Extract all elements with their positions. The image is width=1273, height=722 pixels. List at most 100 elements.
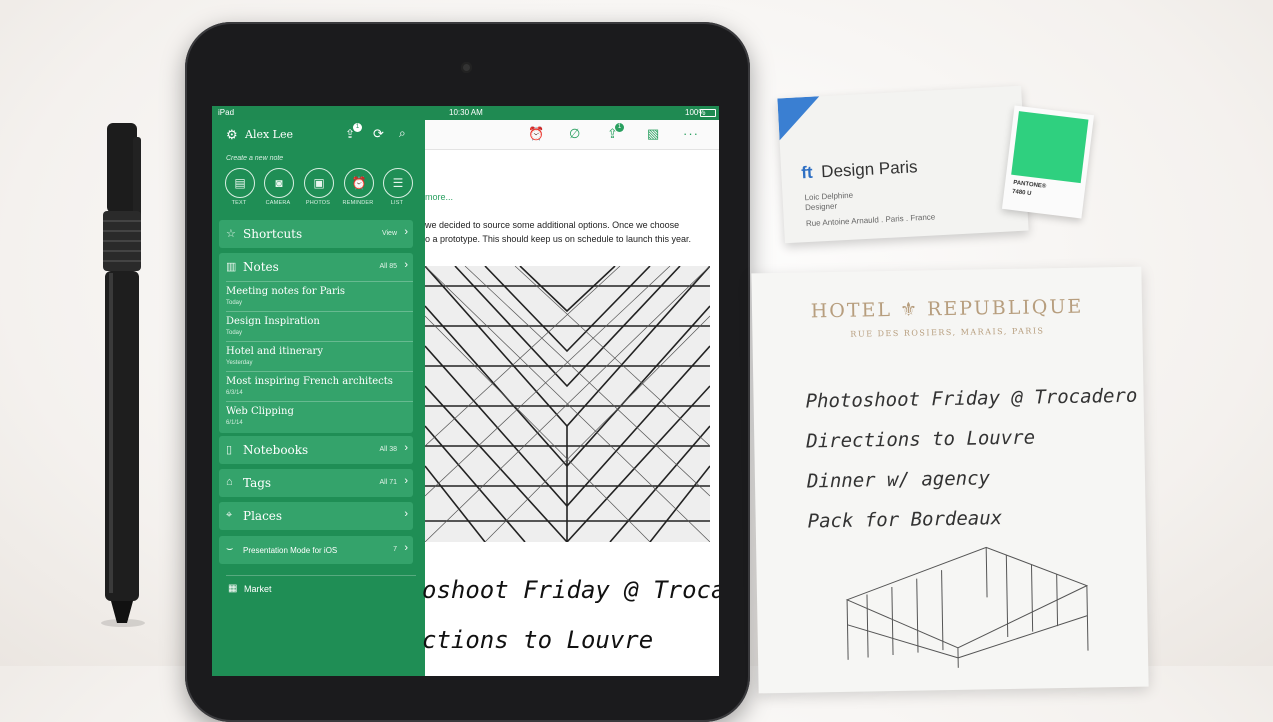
tags-card[interactable]: ⌂ Tags All 71 › <box>219 469 413 497</box>
note-date: 6/1/14 <box>226 420 243 426</box>
user-name[interactable]: Alex Lee <box>245 128 293 141</box>
chevron-right-icon: › <box>404 259 408 271</box>
alarm-icon[interactable]: ⏰ <box>528 126 544 142</box>
note-title: Hotel and itinerary <box>226 346 323 357</box>
toolbar-badge: 1 <box>615 123 624 132</box>
note-body-line: o a prototype. This should keep us on sc… <box>425 232 715 246</box>
market-icon: ▦ <box>228 583 237 594</box>
handwritten-line: Directions to Louvre <box>806 427 1035 453</box>
handwritten-line: Pack for Bordeaux <box>808 507 1003 532</box>
card-company: Design Paris <box>821 157 918 182</box>
shortcuts-view[interactable]: View <box>382 230 397 237</box>
battery-icon <box>700 109 716 117</box>
list-item[interactable]: Meeting notes for Paris Today <box>226 281 413 312</box>
photos-button[interactable]: ▣ <box>304 168 334 198</box>
clock: 10:30 AM <box>449 108 483 117</box>
star-icon: ☆ <box>226 227 236 240</box>
text-note-button[interactable]: ▤ <box>225 168 255 198</box>
location-pin-icon: ⌖ <box>226 509 232 522</box>
note-photo[interactable] <box>425 266 710 542</box>
note-icon: ▥ <box>226 260 236 273</box>
camera-button[interactable]: ◙ <box>264 168 294 198</box>
text-note-label: TEXT <box>219 200 259 206</box>
business-card: ft Design Paris Loic Delphine Designer R… <box>777 86 1028 244</box>
note-date: Today <box>226 330 242 336</box>
carrier-label: iPad <box>218 108 234 117</box>
more-link[interactable]: more... <box>425 192 453 202</box>
chevron-right-icon: › <box>404 442 408 454</box>
note-date: 6/3/14 <box>226 390 243 396</box>
photos-label: PHOTOS <box>298 200 338 206</box>
sync-icon[interactable]: ⟳ <box>373 126 384 142</box>
notes-count: All 85 <box>379 263 397 270</box>
tag-icon: ⌂ <box>226 476 233 488</box>
create-note-label: Create a new note <box>226 155 283 162</box>
presentation-title: Presentation Mode for iOS <box>243 546 337 555</box>
notes-card[interactable]: ▥ Notes All 85 › Meeting notes for Paris… <box>219 253 413 433</box>
swatch-brand: PANTONE® <box>1013 180 1047 190</box>
list-item[interactable]: Web Clipping 6/1/14 <box>226 401 413 432</box>
note-body[interactable]: we decided to source some additional opt… <box>425 218 715 246</box>
chevron-right-icon: › <box>404 475 408 487</box>
house-sketch <box>836 535 1098 670</box>
notebooks-count: All 38 <box>379 446 397 453</box>
chevron-right-icon: › <box>404 542 408 554</box>
card-address: Rue Antoine Arnauld . Paris . France <box>806 212 936 228</box>
hotel-name: HOTEL ⚜ REPUBLIQUE <box>752 295 1142 324</box>
tags-count: All 71 <box>379 479 397 486</box>
list-item[interactable]: Hotel and itinerary Yesterday <box>226 341 413 372</box>
card-role: Designer <box>805 202 837 213</box>
text-note-icon: ▤ <box>234 176 245 190</box>
list-label: LIST <box>377 200 417 206</box>
presentation-card[interactable]: ⌣ Presentation Mode for iOS 7 › <box>219 536 413 564</box>
reminder-icon: ⏰ <box>352 176 367 190</box>
reminder-label: REMINDER <box>338 200 378 206</box>
card-corner-logo <box>777 96 821 140</box>
handwritten-line: Dinner w/ agency <box>807 467 990 492</box>
pen <box>93 123 151 628</box>
notes-title: Notes <box>243 260 279 274</box>
list-item[interactable]: Design Inspiration Today <box>226 311 413 342</box>
gear-icon[interactable]: ⚙ <box>226 127 238 143</box>
notebook-icon: ▯ <box>226 443 232 456</box>
card-person: Loic Delphine <box>804 191 853 203</box>
places-card[interactable]: ⌖ Places › <box>219 502 413 530</box>
photos-icon: ▣ <box>313 176 324 190</box>
reminder-button[interactable]: ⏰ <box>344 168 374 198</box>
ipad-screen: iPad 10:30 AM 100% ⚙ Alex Lee ⇪ 1 ⟳ ⌕ Cr… <box>212 106 719 676</box>
note-toolbar: ⏰ ∅ ⇪ 1 ▧ ··· <box>425 120 719 150</box>
shortcuts-title: Shortcuts <box>243 227 302 241</box>
search-icon[interactable]: ⌕ <box>399 126 406 141</box>
hotel-notepaper: HOTEL ⚜ REPUBLIQUE RUE DES ROSIERS, MARA… <box>751 267 1148 694</box>
camera-icon: ◙ <box>275 176 282 190</box>
card-logo: ft <box>801 163 813 184</box>
note-title: Most inspiring French architects <box>226 376 393 387</box>
attachment-icon[interactable]: ∅ <box>569 126 580 142</box>
more-options-icon[interactable]: ··· <box>683 126 699 141</box>
handwritten-line: ctions to Louvre <box>422 626 653 654</box>
notebooks-title: Notebooks <box>243 443 308 457</box>
list-item[interactable]: Most inspiring French architects 6/3/14 <box>226 371 413 402</box>
note-title: Web Clipping <box>226 406 294 417</box>
swatch-code: 7480 U <box>1012 189 1032 197</box>
shortcuts-card[interactable]: ☆ Shortcuts View › <box>219 220 413 248</box>
divider <box>226 575 416 576</box>
note-body-line: we decided to source some additional opt… <box>425 218 715 232</box>
notebooks-card[interactable]: ▯ Notebooks All 38 › <box>219 436 413 464</box>
note-info-icon[interactable]: ▧ <box>647 126 659 142</box>
chevron-right-icon: › <box>404 508 408 520</box>
chat-badge: 1 <box>353 123 362 132</box>
note-title: Design Inspiration <box>226 316 320 327</box>
presentation-count: 7 <box>393 546 397 553</box>
market-link[interactable]: Market <box>244 584 272 594</box>
note-date: Yesterday <box>226 360 252 366</box>
places-title: Places <box>243 509 282 523</box>
handwritten-line: oshoot Friday @ Trocadero <box>422 576 719 604</box>
status-bar: iPad 10:30 AM 100% <box>212 106 719 120</box>
front-camera <box>461 62 472 73</box>
note-title: Meeting notes for Paris <box>226 286 345 297</box>
list-button[interactable]: ☰ <box>383 168 413 198</box>
presentation-icon: ⌣ <box>226 543 233 556</box>
swatch-color <box>1011 111 1088 183</box>
list-icon: ☰ <box>393 176 404 190</box>
